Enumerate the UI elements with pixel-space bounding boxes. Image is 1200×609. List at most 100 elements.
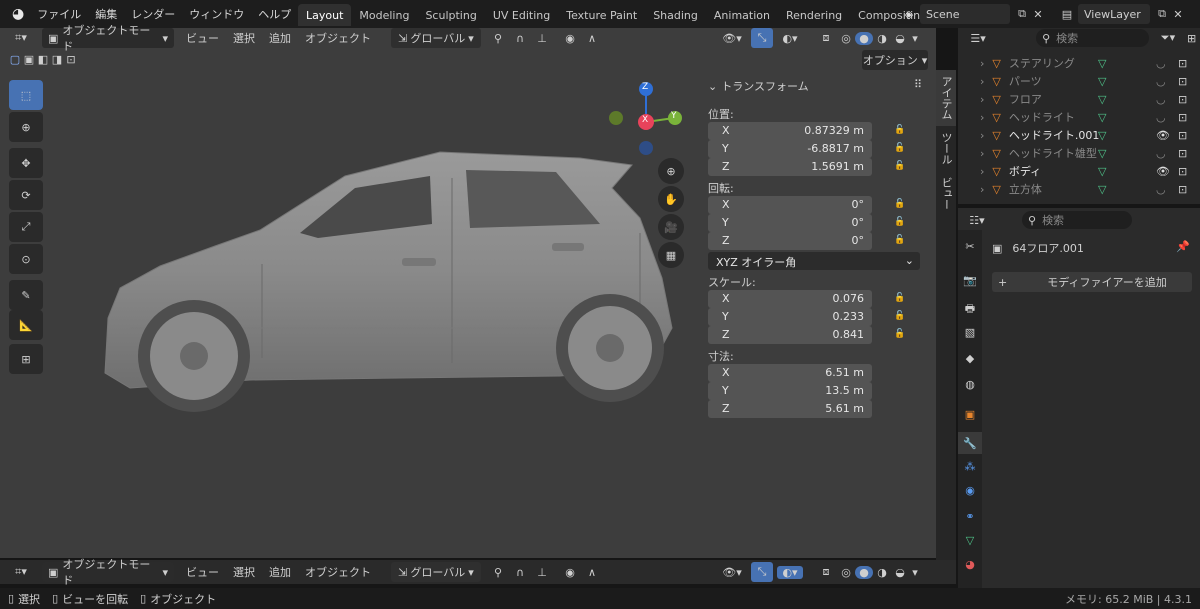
tab-item[interactable]: アイテム <box>936 70 956 126</box>
select-intersect-icon[interactable]: ⊡ <box>64 53 78 66</box>
tool-tab-icon[interactable]: ✂ <box>960 240 980 253</box>
outliner-row[interactable]: › ▽ ステアリング ▽ ◡ ⊡ <box>958 54 1200 72</box>
camera-render-icon[interactable]: ⊡ <box>1178 183 1187 196</box>
menu-window[interactable]: ウィンドウ <box>182 6 251 22</box>
outliner-search[interactable]: ⚲ 検索 <box>1036 29 1149 47</box>
expand-arrow-icon[interactable]: › <box>980 57 984 70</box>
eye-icon[interactable]: 👁 <box>1156 165 1170 178</box>
snap-target-icon[interactable]: ⊥ <box>531 32 553 45</box>
cursor-tool[interactable]: ⊕ <box>9 112 43 142</box>
editor-type-icon[interactable]: ⌗▾ <box>6 31 36 45</box>
shading-solid-icon[interactable]: ● <box>855 31 873 45</box>
proportional-edit-icon[interactable]: ◉ <box>559 566 581 579</box>
scene-selector[interactable]: ◈ Scene ⧉ ✕ <box>898 4 1046 24</box>
rotation-y-field[interactable]: Y 0° <box>708 214 872 232</box>
move-tool[interactable]: ✥ <box>9 148 43 178</box>
eye-icon[interactable]: ◡ <box>1156 57 1166 70</box>
falloff-icon[interactable]: ∧ <box>581 32 603 45</box>
copy-scene-icon[interactable]: ⧉ <box>1014 7 1030 21</box>
expand-arrow-icon[interactable]: › <box>980 111 984 124</box>
display-mode-icon[interactable]: ☰▾ <box>964 32 992 45</box>
properties-search[interactable]: ⚲ 検索 <box>1022 211 1132 229</box>
dimensions-z-field[interactable]: Z 5.61 m <box>708 400 872 418</box>
delete-viewlayer-icon[interactable]: ✕ <box>1170 8 1186 21</box>
rotation-mode-dropdown[interactable]: XYZ オイラー角 ⌄ <box>708 252 920 270</box>
annotate-tool[interactable]: ✎ <box>9 280 43 310</box>
lock-icon[interactable]: 🔓 <box>894 311 906 323</box>
xray-icon[interactable]: ⧈ <box>815 565 837 579</box>
lock-icon[interactable]: 🔓 <box>894 217 906 229</box>
options-dropdown[interactable]: オプション ▾ <box>862 50 928 70</box>
pin-icon[interactable]: 📌 <box>1176 240 1190 253</box>
expand-arrow-icon[interactable]: › <box>980 75 984 88</box>
gizmo-icon[interactable]: ⤡ <box>751 562 773 582</box>
world-tab-icon[interactable]: ◍ <box>960 378 980 391</box>
copy-viewlayer-icon[interactable]: ⧉ <box>1154 7 1170 21</box>
object-tab-icon[interactable]: ▣ <box>960 408 980 421</box>
rotate-tool[interactable]: ⟳ <box>9 180 43 210</box>
drag-handle-icon[interactable]: ⠿ <box>914 78 922 91</box>
properties-editor-icon[interactable]: ☷▾ <box>962 214 992 227</box>
pivot-icon[interactable]: ⚲ <box>487 566 509 579</box>
tab-sculpting[interactable]: Sculpting <box>417 4 484 26</box>
scale-y-field[interactable]: Y 0.233 <box>708 308 872 326</box>
rotation-z-field[interactable]: Z 0° <box>708 232 872 250</box>
transform-header[interactable]: ⌄ トランスフォーム <box>708 78 809 94</box>
viewlayer-selector[interactable]: ▤ ViewLayer ⧉ ✕ <box>1056 4 1186 24</box>
lock-icon[interactable]: 🔓 <box>894 235 906 247</box>
bottom-menu-object[interactable]: オブジェクト <box>305 564 371 580</box>
eye-icon[interactable]: ◡ <box>1156 183 1166 196</box>
outliner-row[interactable]: › ▽ ヘッドライト.001 ▽ 👁 ⊡ <box>958 126 1200 144</box>
pan-hand-icon[interactable]: ✋ <box>658 186 684 212</box>
dimensions-x-field[interactable]: X 6.51 m <box>708 364 872 382</box>
shading-solid-icon[interactable]: ● <box>855 565 873 579</box>
perspective-grid-icon[interactable]: ▦ <box>658 242 684 268</box>
select-extend-icon[interactable]: ▣ <box>22 53 36 66</box>
tab-shading[interactable]: Shading <box>645 4 706 26</box>
camera-render-icon[interactable]: ⊡ <box>1178 165 1187 178</box>
camera-render-icon[interactable]: ⊡ <box>1178 147 1187 160</box>
scale-x-field[interactable]: X 0.076 <box>708 290 872 308</box>
transform-tool[interactable]: ⊙ <box>9 244 43 274</box>
mode-dropdown[interactable]: ▣ オブジェクトモード ▾ <box>42 24 174 53</box>
material-tab-icon[interactable]: ◕ <box>960 558 980 571</box>
new-collection-icon[interactable]: ⊞ <box>1183 32 1200 45</box>
bottom-mode-dropdown[interactable]: ▣ オブジェクトモード ▾ <box>42 558 174 587</box>
lock-icon[interactable]: 🔓 <box>894 199 906 211</box>
snap-target-icon[interactable]: ⊥ <box>531 566 553 579</box>
bottom-menu-add[interactable]: 追加 <box>269 564 291 580</box>
properties-search-input[interactable]: 検索 <box>1042 212 1064 228</box>
location-y-field[interactable]: Y -6.8817 m <box>708 140 872 158</box>
location-z-field[interactable]: Z 1.5691 m <box>708 158 872 176</box>
tab-layout[interactable]: Layout <box>298 4 352 26</box>
orientation-dropdown[interactable]: ⇲ グローバル ▾ <box>391 28 481 48</box>
select-box-tool[interactable]: ⬚ <box>9 80 43 110</box>
camera-render-icon[interactable]: ⊡ <box>1178 129 1187 142</box>
outliner-row[interactable]: › ▽ ヘッドライト ▽ ◡ ⊡ <box>958 108 1200 126</box>
snap-icon[interactable]: ∩ <box>509 32 531 45</box>
menu-object[interactable]: オブジェクト <box>305 30 371 46</box>
camera-render-icon[interactable]: ⊡ <box>1178 75 1187 88</box>
blender-logo[interactable]: ◕ <box>0 6 30 22</box>
outliner-row[interactable]: › ▽ パーツ ▽ ◡ ⊡ <box>958 72 1200 90</box>
menu-render[interactable]: レンダー <box>124 6 182 22</box>
chevron-down-icon[interactable]: ▾ <box>909 32 921 45</box>
tab-texture-paint[interactable]: Texture Paint <box>558 4 645 26</box>
expand-arrow-icon[interactable]: › <box>980 93 984 106</box>
camera-render-icon[interactable]: ⊡ <box>1178 93 1187 106</box>
menu-view[interactable]: ビュー <box>186 30 219 46</box>
particles-tab-icon[interactable]: ⁂ <box>960 460 980 473</box>
tab-view[interactable]: ビュー <box>936 171 956 216</box>
visibility-icon[interactable]: 👁▾ <box>719 32 745 45</box>
expand-arrow-icon[interactable]: › <box>980 183 984 196</box>
menu-add[interactable]: 追加 <box>269 30 291 46</box>
xray-icon[interactable]: ⧈ <box>815 31 837 45</box>
filter-icon[interactable]: ⏷▾ <box>1157 31 1179 45</box>
outliner-row[interactable]: › ▽ ボディ ▽ 👁 ⊡ <box>958 162 1200 180</box>
falloff-icon[interactable]: ∧ <box>581 566 603 579</box>
shading-rendered-icon[interactable]: ◒ <box>891 32 909 45</box>
eye-icon[interactable]: 👁 <box>1156 129 1170 142</box>
navigation-gizmo[interactable]: Z Y X <box>606 80 686 160</box>
menu-edit[interactable]: 編集 <box>88 6 124 22</box>
expand-arrow-icon[interactable]: › <box>980 129 984 142</box>
